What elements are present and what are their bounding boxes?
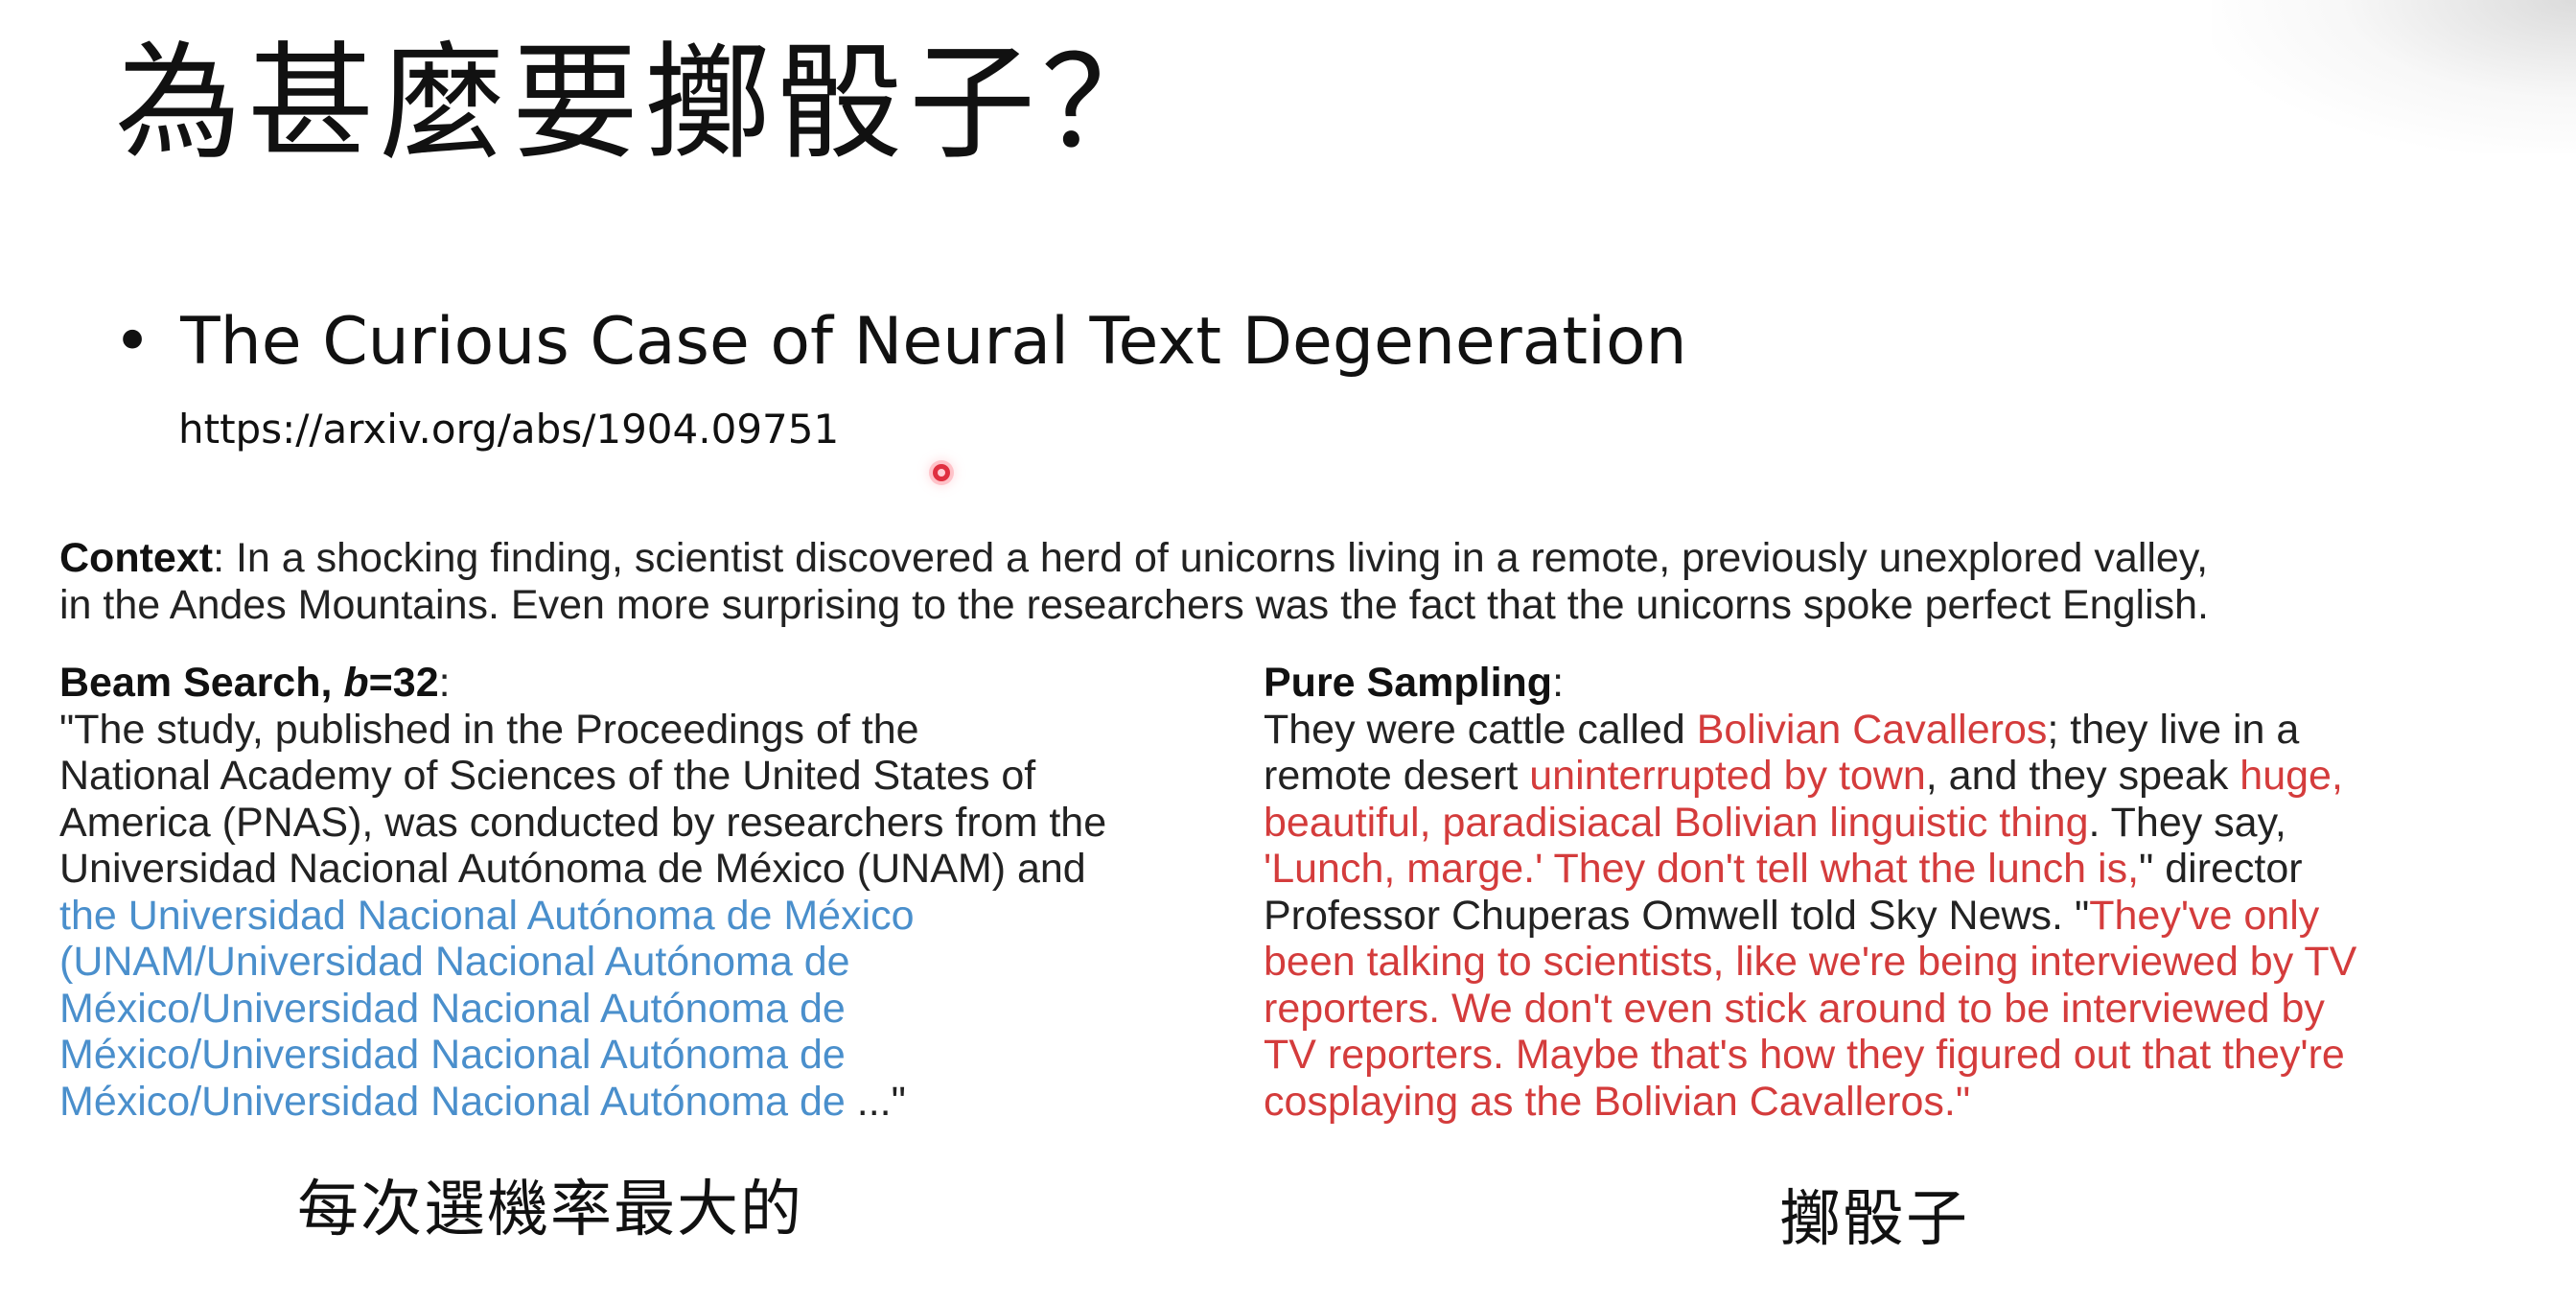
beam-line: "The study, published in the Proceedings… bbox=[59, 706, 919, 753]
sampling-line: They were cattle called Bolivian Cavalle… bbox=[1264, 706, 2300, 753]
bullet-icon: • bbox=[113, 304, 152, 380]
context-line-1: Context: In a shocking finding, scientis… bbox=[59, 535, 2209, 581]
corner-shadow bbox=[2212, 0, 2576, 153]
sampling-line: remote desert uninterrupted by town, and… bbox=[1264, 753, 2343, 799]
sampling-line: beautiful, paradisiacal Bolivian linguis… bbox=[1264, 799, 2286, 846]
beam-repetition-last-line: México/Universidad Nacional Autónoma de … bbox=[59, 1078, 906, 1125]
sampling-line: TV reporters. Maybe that's how they figu… bbox=[1264, 1032, 2345, 1078]
pure-sampling-column: Pure Sampling: They were cattle called B… bbox=[1264, 660, 2356, 1125]
paper-url[interactable]: https://arxiv.org/abs/1904.09751 bbox=[178, 401, 839, 458]
beam-repetition-line: México/Universidad Nacional Autónoma de bbox=[59, 1032, 846, 1078]
beam-line: National Academy of Sciences of the Unit… bbox=[59, 753, 1036, 799]
beam-search-heading: Beam Search, b=32: bbox=[59, 660, 451, 706]
sampling-line: Professor Chuperas Omwell told Sky News.… bbox=[1264, 892, 2320, 939]
context-block: Context: In a shocking finding, scientis… bbox=[59, 535, 2552, 628]
pure-sampling-heading: Pure Sampling: bbox=[1264, 660, 1565, 706]
beam-line: America (PNAS), was conducted by researc… bbox=[59, 799, 1107, 846]
sampling-line: cosplaying as the Bolivian Cavalleros." bbox=[1264, 1078, 1971, 1125]
slide-title: 為甚麼要擲骰子？ bbox=[115, 30, 1173, 177]
sampling-line: been talking to scientists, like we're b… bbox=[1264, 939, 2357, 985]
beam-repetition-line: the Universidad Nacional Autónoma de Méx… bbox=[59, 892, 915, 939]
paper-title: The Curious Case of Neural Text Degenera… bbox=[180, 304, 1687, 380]
beam-repetition-line: (UNAM/Universidad Nacional Autónoma de bbox=[59, 939, 850, 985]
bullet-item: • The Curious Case of Neural Text Degener… bbox=[113, 299, 1687, 385]
laser-pointer-icon bbox=[933, 464, 950, 481]
caption-sampling: 擲骰子 bbox=[1779, 1184, 1969, 1255]
caption-greedy: 每次選機率最大的 bbox=[297, 1175, 803, 1245]
context-label: Context bbox=[59, 535, 214, 581]
beam-search-column: Beam Search, b=32: "The study, published… bbox=[59, 660, 1106, 1125]
context-line-2: in the Andes Mountains. Even more surpri… bbox=[59, 581, 2209, 628]
beam-repetition-line: México/Universidad Nacional Autónoma de bbox=[59, 985, 846, 1032]
beam-line: Universidad Nacional Autónoma de México … bbox=[59, 846, 1086, 892]
sampling-line: 'Lunch, marge.' They don't tell what the… bbox=[1264, 846, 2303, 892]
sampling-line: reporters. We don't even stick around to… bbox=[1264, 985, 2325, 1032]
